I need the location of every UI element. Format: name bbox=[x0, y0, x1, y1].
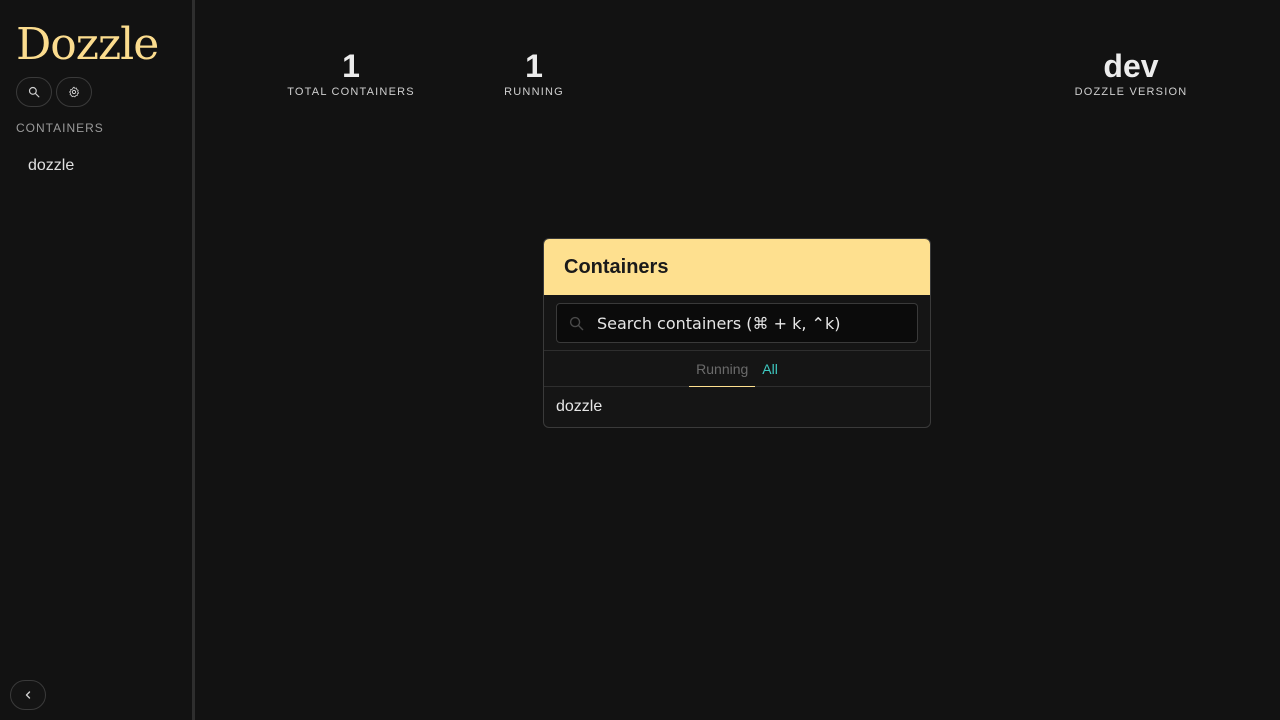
stat-total-containers: 1 TOTAL CONTAINERS bbox=[287, 48, 415, 98]
stat-running: 1 RUNNING bbox=[504, 48, 564, 98]
panel-header: Containers bbox=[544, 239, 930, 295]
stat-dozzle-version: dev DOZZLE VERSION bbox=[1075, 48, 1188, 98]
settings-button[interactable] bbox=[56, 77, 92, 107]
search-box[interactable] bbox=[556, 303, 918, 343]
containers-section-title: CONTAINERS bbox=[16, 121, 104, 135]
search-icon bbox=[569, 316, 584, 331]
gear-icon bbox=[69, 86, 80, 98]
collapse-sidebar-button[interactable] bbox=[10, 680, 46, 710]
container-result-dozzle[interactable]: dozzle bbox=[544, 387, 930, 427]
filter-tabs: Running All bbox=[544, 351, 930, 387]
stat-value: 1 bbox=[342, 48, 360, 84]
search-area bbox=[544, 295, 930, 351]
containers-panel: Containers Running All dozzle bbox=[543, 238, 931, 428]
search-input[interactable] bbox=[597, 304, 907, 342]
stat-value: 1 bbox=[525, 48, 543, 84]
sidebar-resize-handle[interactable] bbox=[192, 0, 195, 720]
tab-running[interactable]: Running bbox=[689, 351, 756, 387]
chevron-left-icon bbox=[25, 691, 31, 699]
stat-label: TOTAL CONTAINERS bbox=[287, 86, 415, 98]
panel-title: Containers bbox=[564, 255, 669, 278]
app: Dozzle CONTAINERS dozzle 1 TOTAL CONTAIN… bbox=[0, 0, 1280, 720]
logo[interactable]: Dozzle bbox=[16, 20, 159, 70]
search-icon bbox=[28, 86, 40, 98]
sidebar-item-dozzle[interactable]: dozzle bbox=[28, 157, 74, 175]
stat-label: RUNNING bbox=[504, 86, 564, 98]
tab-all[interactable]: All bbox=[755, 351, 785, 386]
stat-value: dev bbox=[1103, 48, 1159, 84]
search-button[interactable] bbox=[16, 77, 52, 107]
sidebar: Dozzle CONTAINERS dozzle bbox=[0, 0, 192, 720]
stat-label: DOZZLE VERSION bbox=[1074, 86, 1188, 98]
